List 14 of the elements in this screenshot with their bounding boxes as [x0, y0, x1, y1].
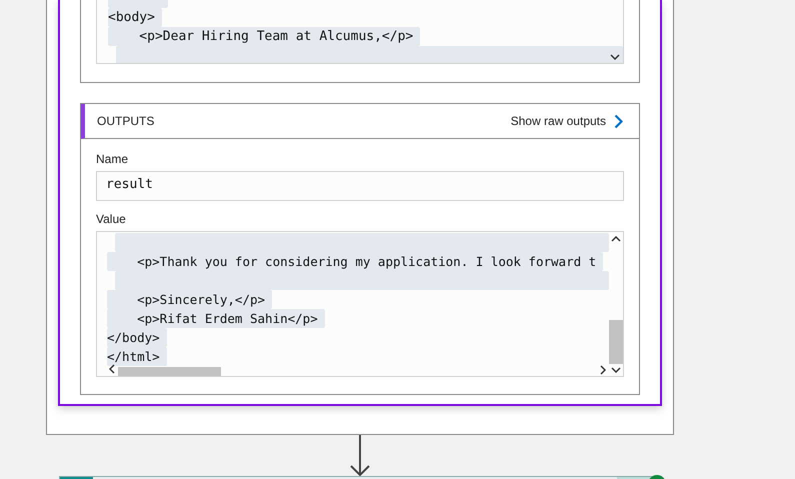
scrollbar-thumb[interactable] [609, 320, 623, 364]
name-field[interactable]: result [96, 171, 624, 201]
field-label: Name [96, 151, 130, 167]
chevron-up-icon[interactable] [611, 236, 621, 242]
show-raw-outputs-link[interactable]: Show raw outputs [510, 114, 623, 128]
chevron-right-icon [614, 114, 623, 128]
down-arrow [348, 435, 372, 477]
section-title: OUTPUTS [97, 114, 154, 128]
field-label: Value [96, 211, 127, 227]
chevron-down-icon[interactable] [610, 54, 620, 60]
chevron-right-icon[interactable] [600, 365, 606, 375]
chevron-left-icon[interactable] [109, 364, 115, 374]
scrollbar-thumb[interactable] [118, 367, 221, 376]
chevron-down-icon[interactable] [611, 367, 621, 373]
